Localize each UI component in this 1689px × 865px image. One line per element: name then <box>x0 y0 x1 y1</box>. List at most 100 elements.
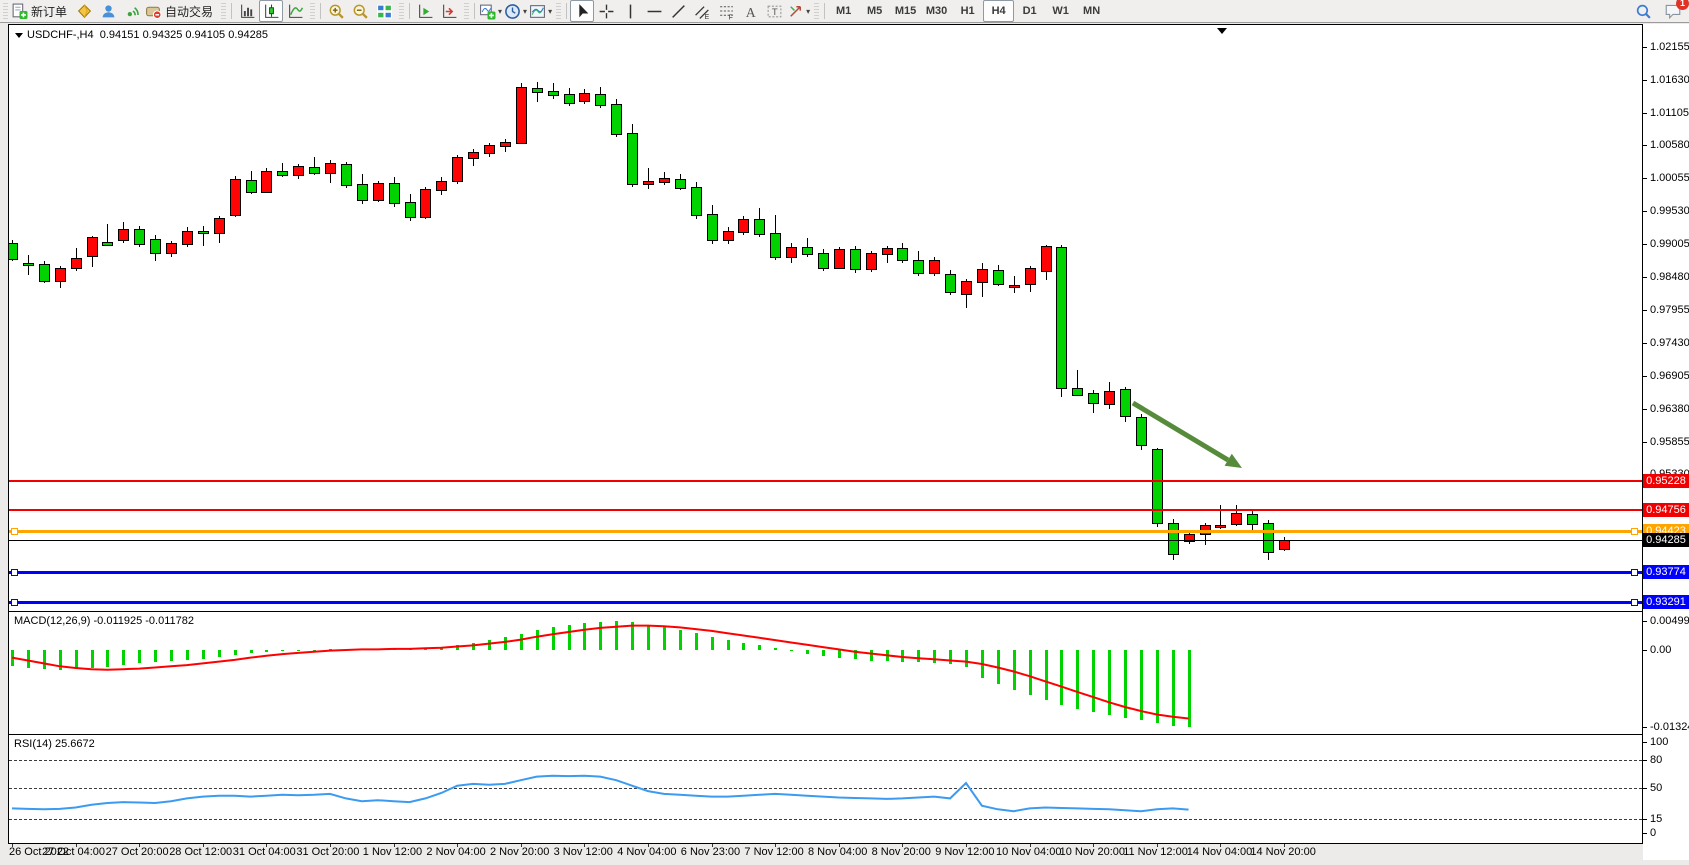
svg-text:F: F <box>728 14 732 20</box>
search-button[interactable] <box>1631 0 1655 22</box>
toolbar-drag-handle[interactable] <box>464 3 469 19</box>
line-selection-handle[interactable] <box>11 599 18 606</box>
new-chart-button[interactable]: ▾ <box>478 0 503 22</box>
price-axis[interactable]: 0.952280.947560.944230.937740.932910.942… <box>1643 24 1689 860</box>
chart-ohlc-values: 0.94151 0.94325 0.94105 0.94285 <box>100 29 268 41</box>
line-selection-handle[interactable] <box>1631 599 1638 606</box>
text-icon: A <box>742 3 759 20</box>
timeframe-W1-button[interactable]: W1 <box>1045 0 1076 22</box>
time-axis-label: 28 Oct 12:00 <box>169 846 232 858</box>
price-tick-label: 1.02155 <box>1650 40 1689 54</box>
price-tick-mark <box>1643 442 1647 443</box>
toolbar-separator <box>231 3 232 19</box>
autotrading-label: 自动交易 <box>165 3 213 20</box>
chart-shift-marker[interactable] <box>1217 28 1227 34</box>
svg-text:E: E <box>704 13 709 19</box>
line-chart-button[interactable] <box>283 0 307 22</box>
timeframe-H1-button[interactable]: H1 <box>952 0 983 22</box>
equidistant-channel-button[interactable]: E <box>690 0 714 22</box>
zoom-in-button[interactable] <box>324 0 348 22</box>
candlestick-chart-button[interactable] <box>259 0 283 22</box>
toolbar-separator <box>566 3 567 19</box>
toolbar-drag-handle[interactable] <box>221 3 226 19</box>
community-icon <box>100 3 117 20</box>
price-tick-mark <box>1643 277 1647 278</box>
mt4-terminal-window: 新订单自动交易▾▾▾EFAT▾M1M5M15M30H1H4D1W1MN 1 US… <box>0 0 1689 865</box>
crosshair-button[interactable] <box>594 0 618 22</box>
timeframe-M5-button[interactable]: M5 <box>859 0 890 22</box>
fibonacci-button[interactable]: F <box>714 0 738 22</box>
timeframe-M30-button[interactable]: M30 <box>921 0 952 22</box>
vertical-line-button[interactable] <box>618 0 642 22</box>
templates-button[interactable]: ▾ <box>528 0 553 22</box>
line-selection-handle[interactable] <box>1631 569 1638 576</box>
price-label-0.95228: 0.95228 <box>1643 474 1689 488</box>
chat-notifications-button[interactable]: 1 <box>1661 0 1685 22</box>
rsi-indicator-pane[interactable]: RSI(14) 25.6672 <box>8 734 1643 844</box>
gold-button[interactable] <box>72 0 96 22</box>
rsi-line <box>9 735 1640 841</box>
trend-arrow-annotation[interactable] <box>9 25 1640 611</box>
chart-symbol: USDCHF-,H4 <box>27 29 94 41</box>
macd-tick-mark <box>1643 621 1647 622</box>
timeframe-MN-button[interactable]: MN <box>1076 0 1107 22</box>
toolbar-group-trade: 新订单 自动交易 <box>10 0 218 22</box>
signals-icon <box>124 3 141 20</box>
arrows-icon <box>787 3 804 20</box>
text-button[interactable]: A <box>738 0 762 22</box>
price-tick-mark <box>1643 145 1647 146</box>
tile-windows-icon <box>376 3 393 20</box>
timeframe-M15-button[interactable]: M15 <box>890 0 921 22</box>
macd-tick-mark <box>1643 727 1647 728</box>
cursor-button[interactable] <box>570 0 594 22</box>
time-axis-label: 31 Oct 04:00 <box>233 846 296 858</box>
toolbar-drag-handle[interactable] <box>814 3 819 19</box>
trend-line-button[interactable] <box>666 0 690 22</box>
equidistant-channel-icon: E <box>694 3 711 20</box>
toolbar-right: 1 <box>1631 0 1685 22</box>
periods-button[interactable]: ▾ <box>503 0 528 22</box>
time-axis-label: 7 Nov 12:00 <box>744 846 803 858</box>
timeframe-D1-button[interactable]: D1 <box>1014 0 1045 22</box>
line-selection-handle[interactable] <box>11 569 18 576</box>
new-order-button[interactable]: 新订单 <box>10 0 72 22</box>
line-selection-handle[interactable] <box>11 528 18 535</box>
macd-indicator-pane[interactable]: MACD(12,26,9) -0.011925 -0.011782 <box>8 611 1643 735</box>
time-axis[interactable]: 26 Oct 202227 Oct 04:0027 Oct 20:0028 Oc… <box>8 844 1641 860</box>
svg-text:A: A <box>745 4 755 19</box>
price-tick-label: 0.98480 <box>1650 270 1689 284</box>
autotrading-icon <box>145 3 162 20</box>
timeframe-H4-button[interactable]: H4 <box>983 0 1014 22</box>
fibonacci-icon: F <box>718 3 735 20</box>
price-tick-mark <box>1643 310 1647 311</box>
timeframe-M1-button[interactable]: M1 <box>828 0 859 22</box>
signals-button[interactable] <box>120 0 144 22</box>
horizontal-line-button[interactable] <box>642 0 666 22</box>
line-selection-handle[interactable] <box>1631 528 1638 535</box>
toolbar-drag-handle[interactable] <box>556 3 561 19</box>
time-axis-label: 10 Nov 04:00 <box>996 846 1061 858</box>
toolbar-drag-handle[interactable] <box>399 3 404 19</box>
chart-shift-button[interactable] <box>437 0 461 22</box>
tile-windows-button[interactable] <box>372 0 396 22</box>
toolbar-drag-handle[interactable] <box>310 3 315 19</box>
rsi-tick-mark <box>1643 833 1647 834</box>
price-chart-pane[interactable]: USDCHF-,H4 0.94151 0.94325 0.94105 0.942… <box>8 24 1643 612</box>
rsi-label: RSI(14) 25.6672 <box>14 738 95 750</box>
community-button[interactable] <box>96 0 120 22</box>
auto-scroll-button[interactable] <box>413 0 437 22</box>
text-label-button[interactable]: T <box>762 0 786 22</box>
time-axis-label: 2 Nov 20:00 <box>490 846 549 858</box>
toolbar-group-timeframes: M1M5M15M30H1H4D1W1MN <box>828 0 1107 22</box>
bar-chart-button[interactable] <box>235 0 259 22</box>
arrows-button[interactable]: ▾ <box>786 0 811 22</box>
autotrading-button[interactable]: 自动交易 <box>144 0 218 22</box>
toolbar-drag-handle[interactable] <box>3 3 8 19</box>
toolbar-group-scroll <box>413 0 461 22</box>
chevron-down-icon: ▾ <box>548 7 552 16</box>
price-tick-label: 0.95855 <box>1650 435 1689 449</box>
zoom-out-button[interactable] <box>348 0 372 22</box>
time-axis-label: 3 Nov 12:00 <box>554 846 613 858</box>
notification-badge: 1 <box>1676 0 1689 10</box>
time-axis-label: 27 Oct 20:00 <box>106 846 169 858</box>
